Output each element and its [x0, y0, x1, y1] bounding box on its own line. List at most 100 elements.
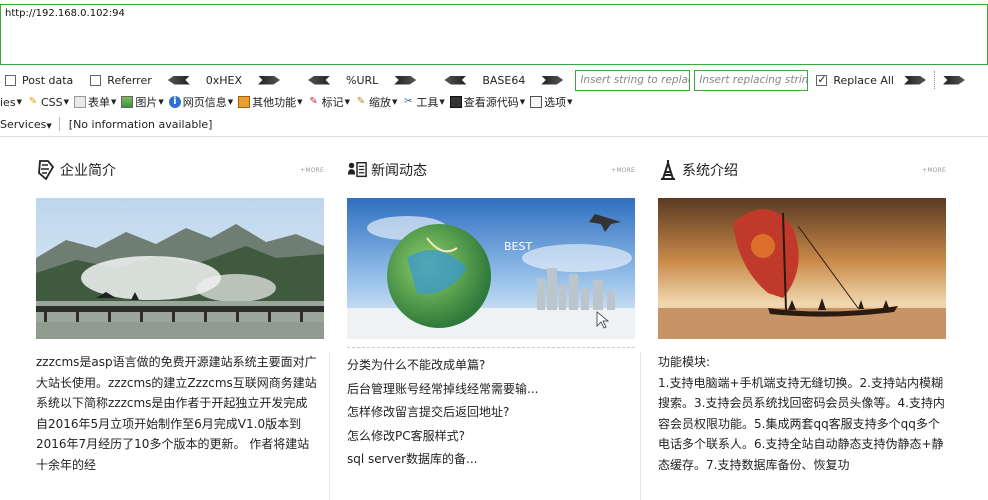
referrer-checkbox-box[interactable]	[90, 74, 102, 86]
dropdown-arrow-icon: ▼	[227, 98, 234, 106]
base64-encode-arrow-icon[interactable]	[541, 75, 564, 85]
web-developer-toolbar: ies ▼ ✎ CSS ▼ 表单 ▼ 图片 ▼ i 网页信息 ▼ 其他功能 ▼ ✎ 标记 ▼ ✎ 缩放…	[0, 92, 988, 112]
menu-page-info[interactable]: i 网页信息 ▼	[168, 94, 234, 110]
section-title: 企业简介	[60, 163, 116, 179]
divider	[58, 117, 60, 131]
url-encoder: %URL	[304, 74, 420, 87]
section-title: 新闻动态	[371, 163, 427, 179]
about-text: zzzcms是asp语言做的免费开源建站系统主要面对广大站长使用。zzzcms的…	[36, 355, 317, 472]
more-link[interactable]: +MORE	[611, 167, 635, 174]
menu-forms-label: 表单	[88, 96, 110, 109]
news-list: 分类为什么不能改成单篇? 后台管理账号经常掉线经常需要输... 怎样修改留言提交…	[347, 354, 635, 472]
tools-icon: ✂	[404, 96, 413, 107]
hex-label: 0xHEX	[205, 73, 243, 87]
news-item[interactable]: 后台管理账号经常掉线经常需要输...	[347, 378, 635, 402]
replace-go-arrow-icon[interactable]	[903, 75, 926, 85]
pencil-icon: ✎	[28, 96, 38, 107]
menu-cookies[interactable]: ies ▼	[0, 96, 22, 109]
news-icon	[347, 162, 367, 178]
column-divider	[640, 352, 641, 500]
menu-misc[interactable]: 其他功能 ▼	[238, 94, 303, 110]
form-icon	[74, 96, 86, 108]
hex-decode-arrow-icon[interactable]	[167, 75, 190, 85]
menu-view-source[interactable]: 查看源代码 ▼	[449, 94, 526, 110]
toolbar-separator	[0, 136, 988, 137]
dropdown-arrow-icon: ▼	[344, 98, 350, 106]
options-icon	[530, 96, 543, 108]
landscape-image[interactable]	[36, 198, 324, 339]
menu-outline[interactable]: ✎ 标记 ▼	[308, 94, 350, 110]
url-encode-arrow-icon[interactable]	[394, 75, 417, 85]
dropdown-arrow-icon: ▼	[297, 98, 303, 106]
menu-misc-label: 其他功能	[252, 96, 297, 109]
more-link[interactable]: +MORE	[922, 167, 946, 174]
section-header: 系统介绍 +MORE	[658, 150, 946, 190]
base64-decode-arrow-icon[interactable]	[444, 75, 467, 85]
post-data-label: Post data	[22, 73, 74, 87]
dropdown-arrow-icon: ▼	[391, 98, 398, 106]
more-link[interactable]: +MORE	[300, 167, 324, 174]
landscape-picture	[36, 198, 324, 339]
info-icon: i	[168, 96, 181, 108]
sailboat-picture	[658, 198, 946, 339]
news-item[interactable]: 怎么修改PC客服样式?	[347, 425, 635, 449]
replace-all-checkbox[interactable]: Replace All	[816, 73, 894, 87]
news-list-wrap: 分类为什么不能改成单篇? 后台管理账号经常掉线经常需要输... 怎样修改留言提交…	[347, 347, 635, 472]
menu-tools[interactable]: ✂ 工具 ▼	[402, 94, 445, 110]
base64-encoder: BASE64	[440, 74, 567, 87]
news-section: 新闻动态 +MORE BEST 分类为什么不能改成单篇? 后台管理账号经常掉线经…	[347, 150, 635, 472]
hex-encoder: 0xHEX	[164, 74, 284, 87]
news-item[interactable]: sql server数据库的备...	[347, 448, 635, 472]
menu-images[interactable]: 图片 ▼	[121, 94, 164, 110]
banner-best-text: BEST	[504, 240, 532, 253]
resize-icon: ✎	[356, 96, 366, 107]
menu-css[interactable]: ✎ CSS ▼	[27, 96, 69, 109]
dropdown-arrow-icon: ▼	[16, 98, 22, 106]
hackbar-controls: Post data Referrer 0xHEX %URL BASE64 Ins…	[0, 69, 988, 91]
dropdown-arrow-icon: ▼	[158, 98, 164, 106]
about-section: 企业简介 +MORE zzzcms是asp语言做的免费开源建站系统主要面对广大站…	[36, 150, 324, 475]
dropdown-arrow-icon: ▼	[519, 98, 526, 106]
post-data-checkbox[interactable]: Post data	[5, 74, 73, 87]
section-header: 企业简介 +MORE	[36, 150, 324, 190]
menu-options[interactable]: 选项 ▼	[530, 94, 573, 110]
dropdown-arrow-icon: ▼	[567, 98, 573, 106]
dropdown-arrow-icon: ▼	[111, 98, 117, 106]
menu-resize-label: 缩放	[368, 96, 391, 109]
column-divider	[329, 352, 330, 500]
hex-encode-arrow-icon[interactable]	[258, 75, 281, 85]
post-data-checkbox-box[interactable]	[5, 74, 16, 86]
news-item[interactable]: 分类为什么不能改成单篇?	[347, 354, 635, 378]
replace-string-input[interactable]: Insert string to replace	[575, 69, 691, 91]
url-textarea[interactable]: http://192.168.0.102:94	[0, 4, 988, 65]
dropdown-arrow-icon: ▼	[439, 98, 445, 106]
section-title: 系统介绍	[682, 163, 738, 179]
sailboat-image[interactable]	[658, 198, 946, 339]
referrer-checkbox[interactable]: Referrer	[90, 73, 152, 87]
referrer-label: Referrer	[107, 73, 152, 87]
menu-images-label: 图片	[135, 96, 158, 109]
replace-next-arrow-icon[interactable]	[942, 75, 965, 85]
url-decode-arrow-icon[interactable]	[308, 75, 331, 85]
separator	[933, 71, 935, 89]
misc-icon	[238, 96, 251, 108]
menu-forms[interactable]: 表单 ▼	[74, 94, 116, 110]
globe-image[interactable]: BEST	[347, 198, 635, 339]
section-header: 新闻动态 +MORE	[347, 150, 635, 190]
menu-cookies-label: ies	[0, 95, 16, 109]
globe-picture: BEST	[347, 198, 635, 339]
base64-label: BASE64	[482, 73, 526, 87]
image-icon	[121, 96, 134, 108]
menu-page-info-label: 网页信息	[182, 96, 227, 109]
news-item[interactable]: 怎样修改留言提交后返回地址?	[347, 401, 635, 425]
replace-all-checkbox-box[interactable]	[816, 73, 828, 86]
marker-icon: ✎	[309, 96, 318, 107]
tower-icon	[661, 159, 675, 180]
menu-resize[interactable]: ✎ 缩放 ▼	[355, 94, 398, 110]
url-label: %URL	[346, 73, 379, 87]
dropdown-arrow-icon: ▼	[63, 98, 69, 106]
replacing-string-input[interactable]: Insert replacing string	[694, 69, 809, 91]
services-label: Services	[0, 117, 47, 131]
menu-tools-label: 工具	[416, 96, 439, 109]
services-menu[interactable]: Services▼	[0, 118, 52, 131]
